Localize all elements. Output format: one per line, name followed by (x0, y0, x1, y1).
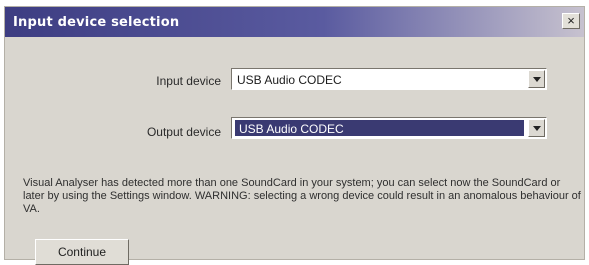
continue-button[interactable]: Continue (35, 239, 129, 265)
chevron-down-icon (533, 77, 541, 82)
input-device-dropdown-button[interactable] (528, 70, 545, 88)
input-device-value: USB Audio CODEC (237, 73, 342, 87)
title-bar[interactable]: Input device selection × (5, 7, 584, 37)
warning-message: Visual Analyser has detected more than o… (23, 177, 581, 215)
input-device-select[interactable]: USB Audio CODEC (231, 68, 547, 90)
window-title: Input device selection (13, 15, 180, 30)
dialog-window: Input device selection × Input device US… (4, 6, 585, 265)
close-icon: × (567, 13, 575, 28)
output-device-dropdown-button[interactable] (528, 119, 545, 137)
output-device-value: USB Audio CODEC (239, 122, 344, 136)
output-device-label: Output device (146, 125, 221, 139)
close-button[interactable]: × (562, 13, 580, 29)
chevron-down-icon (533, 126, 541, 131)
input-device-label: Input device (156, 74, 221, 88)
output-device-select[interactable]: USB Audio CODEC (231, 117, 547, 139)
